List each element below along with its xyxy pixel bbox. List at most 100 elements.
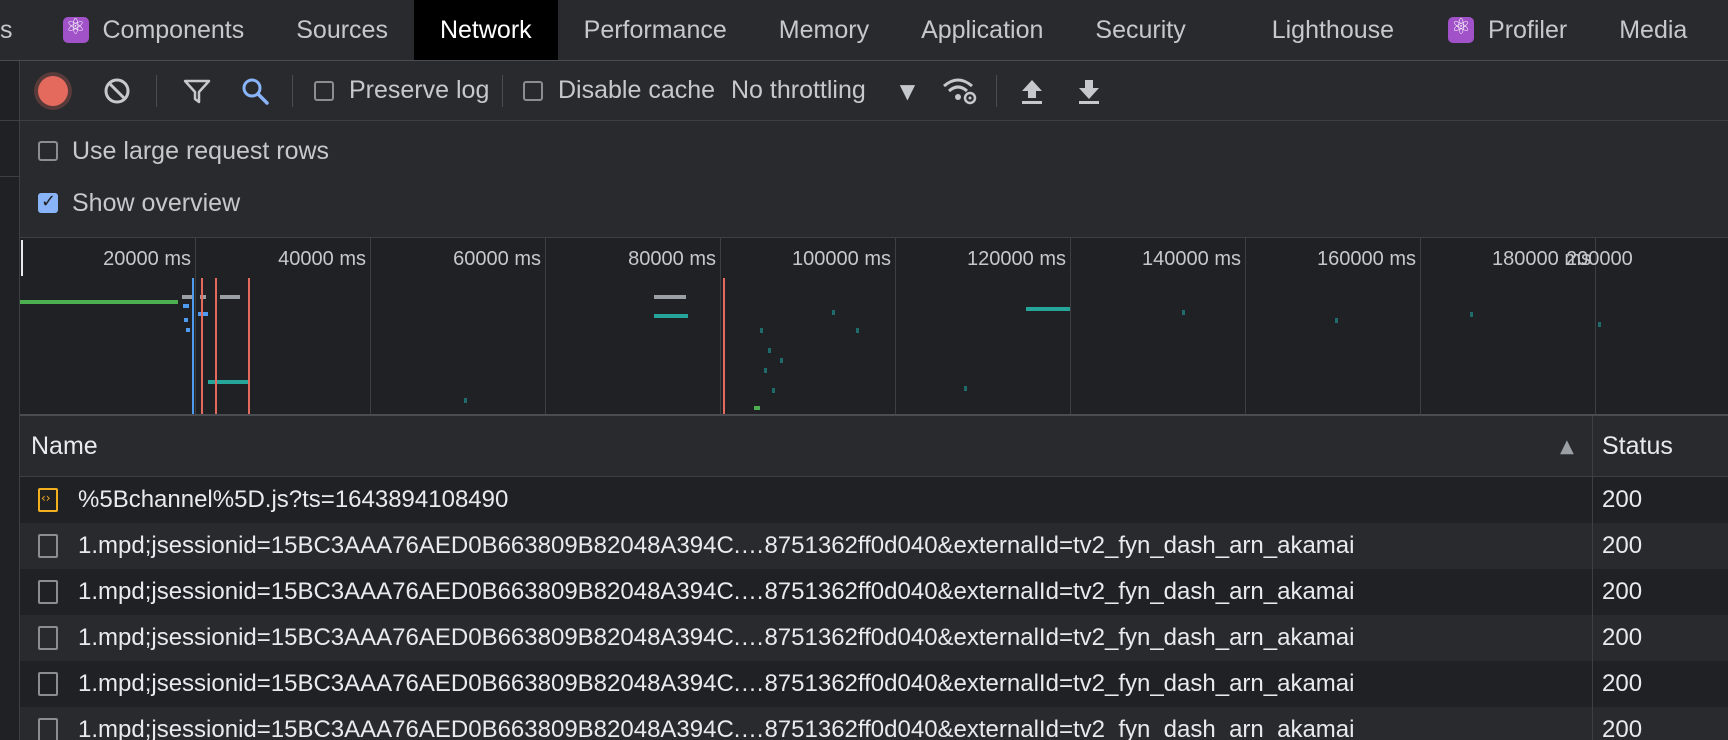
tab-label: Media [1619, 15, 1688, 44]
overview-request-bar [760, 328, 763, 333]
document-file-icon [38, 672, 58, 696]
search-button[interactable] [240, 61, 270, 120]
tab-label: Network [439, 15, 532, 44]
dom-content-loaded-marker [192, 278, 194, 414]
column-header-label: Name [31, 431, 98, 460]
request-name: %5Bchannel%5D.js?ts=1643894108490 [78, 486, 509, 513]
request-table-header: Name ▲ Status [20, 416, 1728, 477]
show-overview-checkbox[interactable] [38, 191, 58, 213]
document-file-icon [38, 580, 58, 604]
document-file-icon [38, 718, 58, 740]
toolbar-divider [156, 75, 157, 107]
column-header-status[interactable]: Status [1602, 416, 1673, 476]
tab-label: Performance [583, 15, 727, 44]
overview-request-bar [754, 406, 760, 410]
import-icon [1022, 79, 1042, 104]
overview-tick-label: 120000 ms [967, 248, 1066, 270]
overview-request-bar [1182, 310, 1185, 315]
table-row[interactable]: 1.mpd;jsessionid=15BC3AAA76AED0B663809B8… [20, 707, 1728, 740]
column-divider [1592, 569, 1593, 615]
overview-request-bar [964, 386, 967, 391]
preserve-log-label: Preserve log [349, 76, 490, 104]
record-button[interactable] [38, 61, 68, 120]
column-resizer[interactable] [1592, 416, 1593, 476]
tab-media[interactable]: Media [1593, 0, 1687, 60]
tab-lighthouse[interactable]: Lighthouse [1212, 0, 1422, 60]
tab-label: Profiler [1488, 15, 1568, 44]
overview-request-bar [856, 328, 859, 333]
column-header-name[interactable]: Name [31, 416, 98, 476]
overview-request-bar [1335, 318, 1338, 323]
tab-profiler[interactable]: Profiler [1422, 0, 1593, 60]
preserve-log-toggle[interactable]: Preserve log [314, 61, 489, 120]
import-har-button[interactable] [1018, 61, 1046, 120]
overview-tick-label: 20000 ms [103, 248, 191, 270]
toolbar-divider [502, 75, 503, 107]
show-overview-toggle[interactable]: Show overview [38, 177, 240, 229]
table-row[interactable]: 1.mpd;jsessionid=15BC3AAA76AED0B663809B8… [20, 569, 1728, 615]
table-row[interactable]: %5Bchannel%5D.js?ts=1643894108490 200 [20, 477, 1728, 523]
gutter-divider [0, 120, 19, 121]
network-settings-pane: Use large request rows Show overview [20, 121, 1728, 238]
tab-performance[interactable]: Performance [558, 0, 753, 60]
overview-request-bar [464, 398, 467, 403]
column-header-label: Status [1602, 431, 1673, 460]
tab-label: Application [921, 15, 1044, 44]
overview-request-bar [764, 368, 767, 373]
load-event-marker [248, 278, 250, 414]
column-divider [1592, 523, 1593, 569]
tab-label: Security [1095, 15, 1186, 44]
tab-memory[interactable]: Memory [753, 0, 895, 60]
drawer-gutter [0, 61, 20, 740]
request-name: 1.mpd;jsessionid=15BC3AAA76AED0B663809B8… [78, 716, 1355, 740]
throttling-select[interactable]: No throttling ▼ [731, 61, 915, 120]
request-name: 1.mpd;jsessionid=15BC3AAA76AED0B663809B8… [78, 532, 1355, 559]
tab-components[interactable]: Components [37, 0, 271, 60]
overview-request-bar [832, 310, 835, 315]
overview-gridline [720, 238, 721, 414]
preserve-log-checkbox[interactable] [314, 80, 334, 101]
throttling-value: No throttling [731, 76, 866, 104]
overview-tick-label: 60000 ms [453, 248, 541, 270]
large-rows-checkbox[interactable] [38, 141, 58, 161]
gutter-divider [0, 176, 19, 177]
request-status: 200 [1602, 716, 1643, 740]
disable-cache-toggle[interactable]: Disable cache [523, 61, 715, 120]
load-event-marker [723, 278, 725, 414]
table-row[interactable]: 1.mpd;jsessionid=15BC3AAA76AED0B663809B8… [20, 523, 1728, 569]
overview-request-bar [20, 300, 178, 304]
tab-label: Lighthouse [1271, 15, 1395, 44]
request-status: 200 [1602, 624, 1643, 651]
tab-sources[interactable]: Sources [270, 0, 414, 60]
network-overview[interactable]: 20000 ms 40000 ms 60000 ms 80000 ms 1000… [20, 238, 1728, 416]
request-table-body: %5Bchannel%5D.js?ts=1643894108490 200 1.… [20, 477, 1728, 740]
overview-window-handle[interactable] [21, 240, 23, 276]
table-row[interactable]: 1.mpd;jsessionid=15BC3AAA76AED0B663809B8… [20, 615, 1728, 661]
overview-request-bar [208, 380, 248, 384]
toolbar-divider [292, 75, 293, 107]
overview-tick-label: 200000 [1566, 248, 1633, 270]
disable-cache-checkbox[interactable] [523, 80, 543, 101]
overview-gridline [370, 238, 371, 414]
overview-request-bar [220, 295, 240, 299]
tab-label: s [0, 15, 13, 44]
request-name: 1.mpd;jsessionid=15BC3AAA76AED0B663809B8… [78, 670, 1355, 697]
overview-request-bar [183, 304, 189, 308]
filter-icon [183, 79, 211, 103]
export-har-button[interactable] [1075, 61, 1103, 120]
tab-application[interactable]: Application [895, 0, 1069, 60]
overview-gridline [895, 238, 896, 414]
column-divider [1592, 661, 1593, 707]
tab-elements-partial[interactable]: s [0, 0, 37, 60]
react-icon [62, 15, 89, 43]
network-conditions-button[interactable] [942, 61, 978, 120]
filter-button[interactable] [182, 61, 212, 120]
chevron-down-icon: ▼ [899, 78, 916, 103]
table-row[interactable]: 1.mpd;jsessionid=15BC3AAA76AED0B663809B8… [20, 661, 1728, 707]
record-icon [38, 75, 68, 106]
large-rows-label: Use large request rows [72, 136, 330, 165]
tab-network[interactable]: Network [413, 0, 558, 60]
clear-button[interactable] [102, 61, 132, 120]
large-rows-toggle[interactable]: Use large request rows [38, 125, 329, 177]
tab-security[interactable]: Security [1069, 0, 1211, 60]
